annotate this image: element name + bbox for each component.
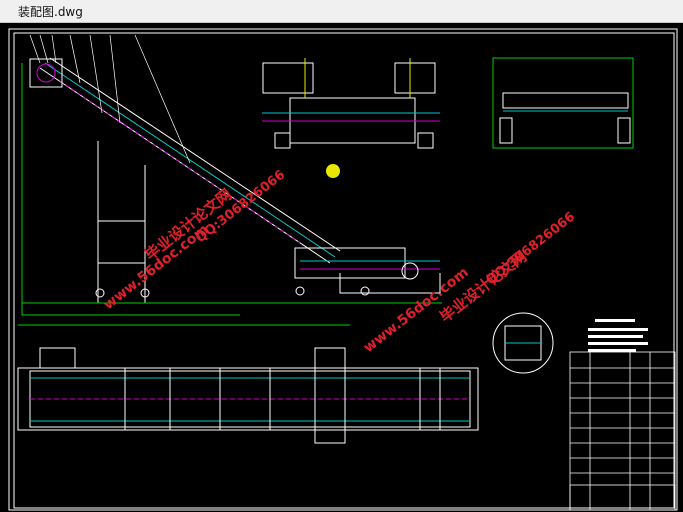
drawing-canvas[interactable]: 毕业设计论文网 www.56doc.com QQ:306826066 www.5…: [0, 23, 683, 512]
window-title: 装配图.dwg: [18, 5, 83, 19]
side-view-conveyor: [21, 57, 442, 316]
parts-list-table: [569, 351, 676, 511]
front-view-frame: [262, 58, 440, 149]
watermark-group: 毕业设计论文网 www.56doc.com QQ:306826066 www.5…: [101, 167, 579, 356]
detail-circle-view: [492, 312, 554, 374]
yellow-symbol: [326, 164, 340, 178]
end-view-frame: [492, 57, 634, 149]
window-title-bar: 装配图.dwg: [0, 0, 683, 23]
plan-view-conveyor: [17, 324, 479, 444]
technical-requirements-block: [588, 319, 648, 352]
cad-drawing: 毕业设计论文网 www.56doc.com QQ:306826066 www.5…: [8, 28, 678, 511]
